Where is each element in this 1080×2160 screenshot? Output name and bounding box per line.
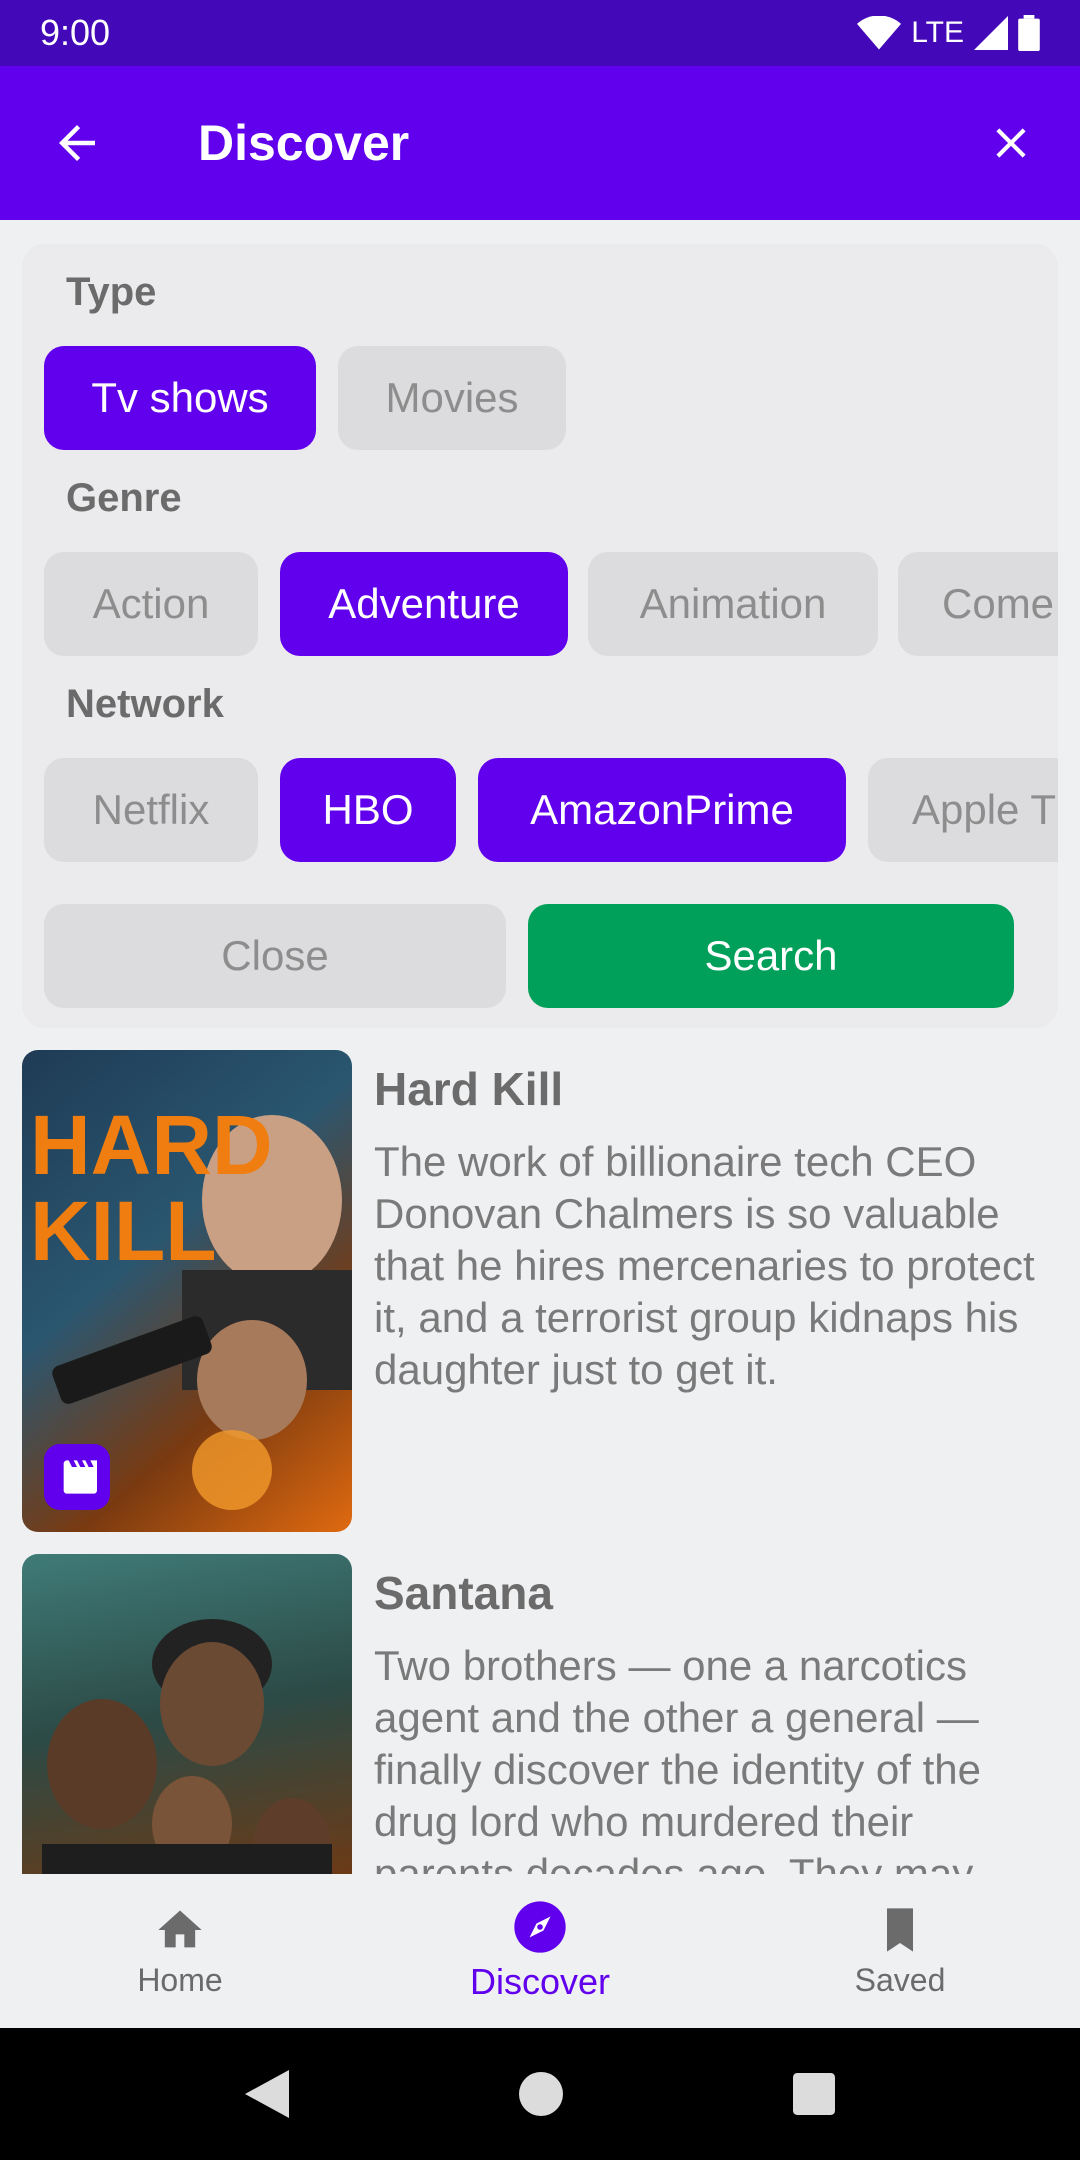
list-item[interactable]: Santana Two brothers — one a narcotics a…: [22, 1554, 1058, 1874]
movie-clapper-icon: [44, 1444, 110, 1510]
nav-home-label: Home: [137, 1961, 223, 1998]
chip-netflix[interactable]: Netflix: [44, 758, 258, 862]
nav-saved-label: Saved: [854, 1961, 946, 1998]
system-recents-icon[interactable]: [793, 2073, 835, 2115]
signal-icon: [974, 16, 1008, 50]
genre-label: Genre: [66, 476, 182, 520]
chip-comedy[interactable]: Come: [898, 552, 1058, 656]
poster-image: HARD KILL: [22, 1050, 352, 1532]
chip-hbo[interactable]: HBO: [280, 758, 456, 862]
chip-movies[interactable]: Movies: [338, 346, 566, 450]
close-icon[interactable]: [986, 118, 1036, 168]
battery-icon: [1018, 15, 1040, 51]
status-time: 9:00: [40, 12, 111, 53]
result-description: The work of billionaire tech CEO Donovan…: [374, 1138, 1035, 1393]
bottom-navigation: Home Discover Saved: [0, 1874, 1080, 2028]
nav-saved[interactable]: Saved: [720, 1874, 1080, 2028]
status-bar: 9:00 LTE: [0, 0, 1080, 66]
poster-figure: [42, 1619, 332, 1874]
results-list[interactable]: HARD KILL Hard Kill The work of billiona…: [0, 1050, 1080, 1874]
system-back-icon[interactable]: [245, 2070, 289, 2118]
back-arrow-icon[interactable]: [50, 116, 104, 170]
page-title: Discover: [198, 115, 410, 171]
nav-discover-label: Discover: [469, 1961, 611, 2002]
result-description: Two brothers — one a narcotics agent and…: [374, 1642, 981, 1874]
chip-tv-shows[interactable]: Tv shows: [44, 346, 316, 450]
network-type: LTE: [911, 16, 964, 49]
chip-animation[interactable]: Animation: [588, 552, 878, 656]
chip-adventure[interactable]: Adventure: [280, 552, 568, 656]
bookmark-icon: [887, 1907, 913, 1952]
result-title: Santana: [374, 1567, 553, 1619]
close-button[interactable]: Close: [44, 904, 506, 1008]
chip-apple-tv[interactable]: Apple T: [868, 758, 1058, 862]
compass-icon: [514, 1901, 566, 1953]
search-button[interactable]: Search: [528, 904, 1014, 1008]
nav-discover[interactable]: Discover: [360, 1874, 720, 2028]
system-home-icon[interactable]: [519, 2072, 563, 2116]
result-title: Hard Kill: [374, 1063, 564, 1115]
chip-amazon-prime[interactable]: AmazonPrime: [478, 758, 846, 862]
system-navigation-bar: [0, 2028, 1080, 2160]
chip-action[interactable]: Action: [44, 552, 258, 656]
wifi-icon: [857, 16, 902, 50]
status-icons: LTE: [857, 15, 1040, 51]
poster-image: [22, 1554, 352, 1874]
app-bar: Discover: [0, 66, 1080, 220]
list-item[interactable]: HARD KILL Hard Kill The work of billiona…: [22, 1050, 1058, 1532]
home-icon: [158, 1910, 202, 1947]
filter-panel: Type Tv shows Movies Genre Action Advent…: [22, 244, 1058, 1028]
poster-text: HARD KILL: [30, 1098, 273, 1278]
type-label: Type: [66, 270, 157, 314]
nav-home[interactable]: Home: [0, 1874, 360, 2028]
network-label: Network: [66, 682, 224, 726]
